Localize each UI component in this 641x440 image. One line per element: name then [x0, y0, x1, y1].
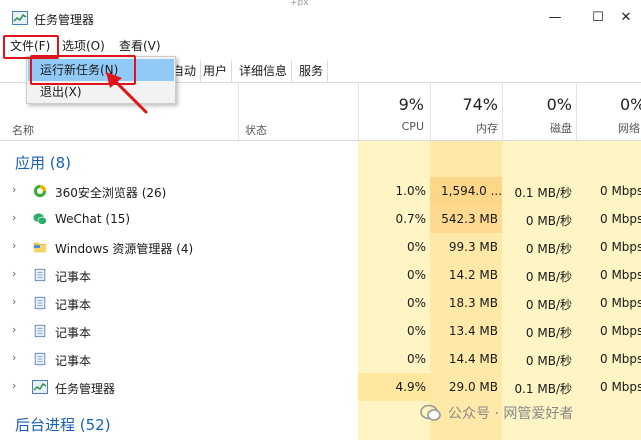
process-network: 0 Mbps [600, 352, 641, 366]
process-network: 0 Mbps [600, 240, 641, 254]
column-separator [358, 82, 359, 140]
process-memory: 29.0 MB [448, 380, 498, 394]
process-name: 记事本 [55, 354, 92, 368]
window-title: 任务管理器 [34, 13, 95, 27]
process-memory: 99.3 MB [448, 240, 498, 254]
chevron-right-icon[interactable]: › [12, 352, 22, 364]
process-disk: 0 MB/秒 [525, 326, 572, 340]
process-cpu: 0% [406, 240, 426, 254]
process-name: 360安全浏览器 (26) [55, 186, 167, 200]
menu-bar: 文件(F) 选项(O) 查看(V) [0, 36, 641, 56]
process-row[interactable]: › 记事本 0% 13.4 MB 0 MB/秒 0 Mbps [0, 317, 641, 345]
process-disk: 0 MB/秒 [525, 298, 572, 312]
wechat-icon [33, 213, 47, 225]
task-manager-icon [12, 11, 28, 25]
menu-view[interactable]: 查看(V) [115, 36, 165, 56]
red-arrow-icon [106, 72, 148, 114]
process-name: 记事本 [55, 270, 92, 284]
process-cpu: 1.0% [395, 184, 427, 198]
notepad-icon [34, 352, 46, 366]
chevron-right-icon[interactable]: › [12, 184, 22, 196]
process-row[interactable]: › Windows 资源管理器 (4) 0% 99.3 MB 0 MB/秒 0 … [0, 233, 641, 261]
process-network: 0 Mbps [600, 268, 641, 282]
process-name: Windows 资源管理器 (4) [55, 242, 194, 256]
process-network: 0 Mbps [600, 380, 641, 394]
process-disk: 0.1 MB/秒 [514, 382, 572, 396]
group-apps[interactable]: 应用 (8) [15, 152, 71, 173]
process-cpu: 0% [406, 352, 426, 366]
folder-icon [33, 242, 47, 253]
process-network: 0 Mbps [600, 184, 641, 198]
watermark: 公众号 · 网管爱好者 [420, 402, 641, 424]
chevron-right-icon[interactable]: › [12, 380, 22, 392]
process-row[interactable]: › WeChat (15) 0.7% 542.3 MB 0 MB/秒 0 Mbp… [0, 205, 641, 233]
tab-users[interactable]: 用户 [199, 60, 233, 82]
group-background-processes[interactable]: 后台进程 (52) [15, 414, 111, 435]
column-disk[interactable]: 磁盘 [520, 120, 572, 136]
maximize-button[interactable]: ☐ [583, 8, 613, 28]
column-separator [430, 82, 431, 140]
tab-services[interactable]: 服务 [295, 60, 329, 82]
column-memory[interactable]: 内存 [444, 120, 498, 136]
process-name: 记事本 [55, 326, 92, 340]
chevron-right-icon[interactable]: › [12, 268, 22, 280]
chevron-right-icon[interactable]: › [12, 296, 22, 308]
process-memory: 14.4 MB [448, 352, 498, 366]
process-disk: 0 MB/秒 [525, 242, 572, 256]
title-bar: 任务管理器 +px — ☐ ✕ [0, 0, 641, 36]
process-cpu: 4.9% [358, 373, 430, 401]
process-name: 任务管理器 [55, 382, 116, 396]
process-row[interactable]: › 记事本 0% 18.3 MB 0 MB/秒 0 Mbps [0, 289, 641, 317]
process-cpu: 0% [406, 324, 426, 338]
process-cpu: 0% [406, 268, 426, 282]
column-separator [576, 82, 577, 140]
column-separator [502, 82, 503, 140]
process-memory: 14.2 MB [448, 268, 498, 282]
column-cpu[interactable]: CPU [372, 120, 424, 133]
process-name: WeChat (15) [55, 212, 131, 226]
browser-360-icon [33, 184, 47, 198]
memory-total-percent: 74% [462, 95, 498, 114]
process-cpu: 0.7% [395, 212, 427, 226]
column-status[interactable]: 状态 [245, 122, 267, 138]
cpu-total-percent: 9% [398, 95, 424, 114]
close-button[interactable]: ✕ [611, 8, 641, 28]
process-memory: 1,594.0 ... [430, 177, 502, 205]
process-network: 0 Mbps [600, 212, 641, 226]
process-disk: 0 MB/秒 [525, 270, 572, 284]
process-row[interactable]: › 记事本 0% 14.4 MB 0 MB/秒 0 Mbps [0, 345, 641, 373]
tab-details[interactable]: 详细信息 [235, 60, 293, 82]
background-window-fragment: +px [290, 0, 309, 6]
process-row[interactable]: › 任务管理器 4.9% 29.0 MB 0.1 MB/秒 0 Mbps [0, 373, 641, 401]
task-manager-icon [32, 380, 48, 394]
process-disk: 0 MB/秒 [525, 214, 572, 228]
process-row[interactable]: › 记事本 0% 14.2 MB 0 MB/秒 0 Mbps [0, 261, 641, 289]
process-network: 0 Mbps [600, 324, 641, 338]
process-name: 记事本 [55, 298, 92, 312]
chevron-right-icon[interactable]: › [12, 212, 22, 224]
column-name[interactable]: 名称 [12, 122, 34, 138]
wechat-official-account-icon [420, 404, 441, 421]
column-network[interactable]: 网络 [618, 120, 641, 136]
chevron-right-icon[interactable]: › [12, 324, 22, 336]
process-network: 0 Mbps [600, 296, 641, 310]
process-memory: 18.3 MB [448, 296, 498, 310]
network-total-percent: 0% [620, 95, 641, 114]
column-separator [238, 82, 239, 140]
chevron-right-icon[interactable]: › [12, 240, 22, 252]
process-disk: 0.1 MB/秒 [514, 186, 572, 200]
process-memory: 542.3 MB [430, 205, 502, 233]
disk-total-percent: 0% [546, 95, 572, 114]
menu-options[interactable]: 选项(O) [58, 36, 109, 56]
process-row[interactable]: › 360安全浏览器 (26) 1.0% 1,594.0 ... 0.1 MB/… [0, 177, 641, 205]
process-memory: 13.4 MB [448, 324, 498, 338]
notepad-icon [34, 268, 46, 282]
watermark-text: 公众号 · 网管爱好者 [448, 406, 574, 422]
notepad-icon [34, 324, 46, 338]
notepad-icon [34, 296, 46, 310]
process-disk: 0 MB/秒 [525, 354, 572, 368]
process-cpu: 0% [406, 296, 426, 310]
minimize-button[interactable]: — [540, 8, 570, 28]
